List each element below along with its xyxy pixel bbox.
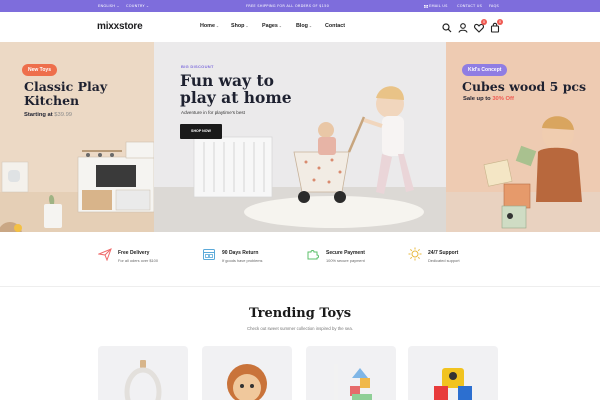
- walker-blocks-toy-image: [334, 364, 372, 400]
- trending-title: Trending Toys: [248, 306, 352, 321]
- mail-icon: [424, 4, 428, 8]
- top-announcement-bar: ENGLISH ⌄ COUNTRY ⌄ FREE SHIPPING FOR AL…: [0, 0, 600, 12]
- shop-now-button[interactable]: SHOP NOW: [180, 124, 222, 139]
- new-toys-badge: New Toys: [22, 64, 57, 76]
- paper-plane-icon: [97, 247, 112, 262]
- hero-left-title: Classic Play Kitchen: [24, 79, 108, 108]
- menu-shop-label: Shop: [231, 23, 245, 29]
- chevron-down-icon: ⌄: [245, 24, 249, 28]
- hero-banner-cubes[interactable]: Kid's Concept Cubes wood 5 pcs Sale up t…: [446, 42, 600, 232]
- product-card[interactable]: [306, 346, 396, 400]
- sale-prefix: Sale up to: [463, 96, 491, 102]
- hero-right-title: Cubes wood 5 pcs: [462, 79, 587, 94]
- price-value: $39.99: [54, 112, 73, 118]
- doll-head-toy-image: [227, 364, 267, 400]
- hero-banner-kitchen[interactable]: New Toys Classic Play Kitchen Starting a…: [0, 42, 154, 232]
- shipping-notice: FREE SHIPPING FOR ALL ORDERS OF $150: [246, 4, 330, 8]
- calendar-icon: [202, 247, 216, 261]
- feature-subtitle: For all oders over $100: [118, 258, 159, 263]
- support-sun-icon: [408, 247, 422, 261]
- feature-subtitle: 100% secure payment: [326, 258, 365, 263]
- hero-center-title: Fun way to play at home: [180, 71, 292, 108]
- contact-link[interactable]: CONTACT US: [457, 4, 482, 8]
- hero-banner-main[interactable]: BIG DISCOUNT Fun way to play at home Adv…: [154, 42, 446, 232]
- menu-home-label: Home: [200, 23, 215, 29]
- menu-blog[interactable]: Blog⌄: [296, 23, 312, 29]
- menu-blog-label: Blog: [296, 23, 308, 29]
- menu-shop[interactable]: Shop⌄: [231, 23, 248, 29]
- trending-subtitle: Check out sweet summer collection inspir…: [246, 326, 354, 331]
- feature-subtitle: If goods have problems: [222, 258, 263, 263]
- menu-contact[interactable]: Contact: [325, 23, 345, 29]
- site-logo[interactable]: mixxstore: [97, 21, 143, 32]
- main-navigation: mixxstore Home⌄ Shop⌄ Pages⌄ Blog⌄ Conta…: [0, 12, 600, 42]
- feature-title: Free Delivery: [118, 250, 150, 256]
- feature-title: 90 Days Return: [222, 250, 259, 256]
- feature-title: Secure Payment: [326, 250, 365, 256]
- email-link[interactable]: EMAIL US: [424, 4, 448, 8]
- hero-right-sale: Sale up to 30% Off: [463, 96, 514, 102]
- big-discount-tag: BIG DISCOUNT: [181, 64, 214, 69]
- menu-pages[interactable]: Pages⌄: [262, 23, 282, 29]
- puzzle-icon: [306, 247, 320, 261]
- kids-concept-badge: Kid's Concept: [462, 64, 508, 76]
- wooden-ring-toy-image: [124, 360, 162, 400]
- product-card[interactable]: [408, 346, 498, 400]
- menu-contact-label: Contact: [325, 23, 346, 29]
- wishlist-count-badge: 0: [481, 19, 487, 25]
- country-selector[interactable]: COUNTRY ⌄: [126, 4, 149, 8]
- feature-subtitle: Dedicated support: [428, 258, 460, 263]
- chevron-down-icon: ⌄: [308, 24, 312, 28]
- price-prefix: Starting at: [24, 112, 53, 118]
- robot-toy-image: [434, 368, 472, 400]
- chevron-down-icon: ⌄: [215, 24, 219, 28]
- cart-button[interactable]: 0: [489, 19, 503, 33]
- menu-home[interactable]: Home⌄: [200, 23, 219, 29]
- user-icon[interactable]: [457, 21, 469, 33]
- product-card[interactable]: [202, 346, 292, 400]
- section-divider: [0, 286, 600, 287]
- email-label: EMAIL US: [429, 4, 448, 8]
- faqs-link[interactable]: FAQS: [489, 4, 499, 8]
- wishlist-button[interactable]: 0: [473, 19, 487, 33]
- chevron-down-icon: ⌄: [278, 24, 282, 28]
- hero-left-price: Starting at $39.99: [24, 112, 72, 118]
- cart-count-badge: 0: [497, 19, 503, 25]
- menu-pages-label: Pages: [262, 23, 278, 29]
- hero-center-subtitle: Adventure in for playtime's best: [181, 110, 245, 115]
- product-card[interactable]: [98, 346, 188, 400]
- search-icon[interactable]: [441, 21, 453, 33]
- language-selector[interactable]: ENGLISH ⌄: [98, 4, 120, 8]
- feature-title: 24/7 Support: [428, 250, 459, 256]
- features-row: Free Delivery For all oders over $100 90…: [0, 242, 600, 276]
- sale-value: 30% Off: [492, 96, 514, 102]
